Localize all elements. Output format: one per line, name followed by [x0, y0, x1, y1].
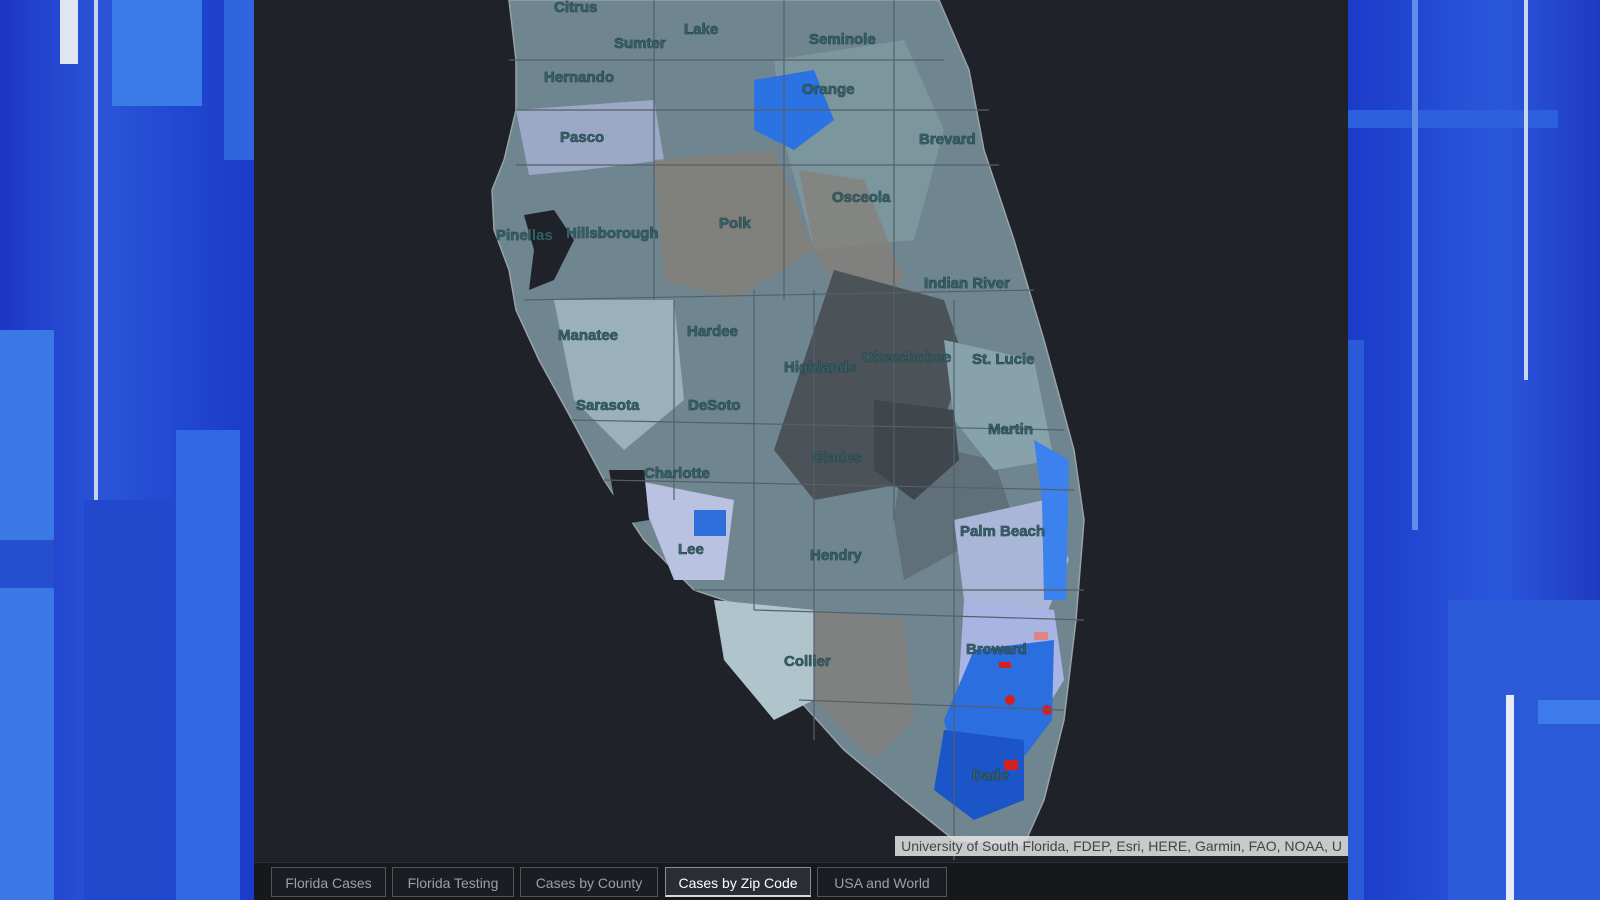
- decor-bar: [1412, 0, 1418, 530]
- decor-panel: [224, 0, 254, 160]
- decor-panel: [1448, 600, 1600, 900]
- county-label: Lee: [678, 541, 704, 558]
- county-label: Indian River: [924, 275, 1010, 292]
- county-label: Hernando: [544, 69, 614, 86]
- county-label: Hendry: [810, 547, 862, 564]
- decor-panel: [1348, 340, 1364, 900]
- charlotte-harbor: [609, 470, 649, 525]
- decor-panel: [84, 500, 174, 900]
- tab-florida-testing[interactable]: Florida Testing: [392, 867, 514, 897]
- tab-cases-by-zip-code[interactable]: Cases by Zip Code: [665, 867, 811, 897]
- county-label: Sumter: [614, 35, 666, 52]
- florida-zip-code-map[interactable]: Citrus Sumter Lake Seminole Hernando Ora…: [254, 0, 1348, 862]
- county-label: Pinellas: [496, 227, 553, 244]
- county-label: Dade: [972, 767, 1009, 784]
- county-label: Brevard: [919, 131, 976, 148]
- county-label: Manatee: [558, 327, 618, 344]
- map-viewer: Citrus Sumter Lake Seminole Hernando Ora…: [254, 0, 1348, 900]
- decor-bar: [94, 0, 98, 500]
- tab-cases-by-county[interactable]: Cases by County: [520, 867, 658, 897]
- decor-panel: [0, 330, 54, 900]
- case-highest-marker: [999, 662, 1011, 668]
- county-label: Collier: [784, 653, 831, 670]
- county-label: St. Lucie: [972, 351, 1035, 368]
- county-label: Highlands: [784, 359, 857, 376]
- county-label: Citrus: [554, 0, 597, 16]
- county-label: Orange: [802, 81, 855, 98]
- map-attribution: University of South Florida, FDEP, Esri,…: [895, 836, 1348, 856]
- decor-bar: [1506, 695, 1514, 900]
- county-label: Hardee: [687, 323, 738, 340]
- right-background: [1348, 0, 1600, 900]
- county-label: Martin: [988, 421, 1033, 438]
- decor-panel: [176, 430, 240, 900]
- case-elevated-marker: [1034, 632, 1048, 640]
- county-label: Palm Beach: [960, 523, 1045, 540]
- decor-bar: [60, 0, 78, 64]
- dashboard-tab-bar: Florida Cases Florida Testing Cases by C…: [254, 862, 1348, 900]
- county-label: Pasco: [560, 129, 604, 146]
- county-label: Polk: [719, 215, 751, 232]
- left-background: [0, 0, 254, 900]
- decor-panel: [112, 0, 202, 106]
- county-label: Osceola: [832, 189, 891, 206]
- county-label: Lake: [684, 21, 718, 38]
- county-label: DeSoto: [688, 397, 741, 414]
- county-label: Okeechobee: [862, 349, 951, 366]
- county-label: Hillsborough: [566, 225, 659, 242]
- hotspot-lee: [694, 510, 726, 536]
- county-label: Broward: [966, 641, 1027, 658]
- tab-florida-cases[interactable]: Florida Cases: [271, 867, 386, 897]
- county-label: Seminole: [809, 31, 876, 48]
- county-label: Glades: [812, 449, 862, 466]
- decor-bar: [1524, 0, 1528, 380]
- tab-usa-and-world[interactable]: USA and World: [817, 867, 947, 897]
- county-label: Charlotte: [644, 465, 710, 482]
- decor-panel: [1538, 700, 1600, 724]
- case-highest-marker: [1005, 695, 1015, 705]
- decor-panel: [0, 540, 54, 588]
- county-label: Sarasota: [576, 397, 640, 414]
